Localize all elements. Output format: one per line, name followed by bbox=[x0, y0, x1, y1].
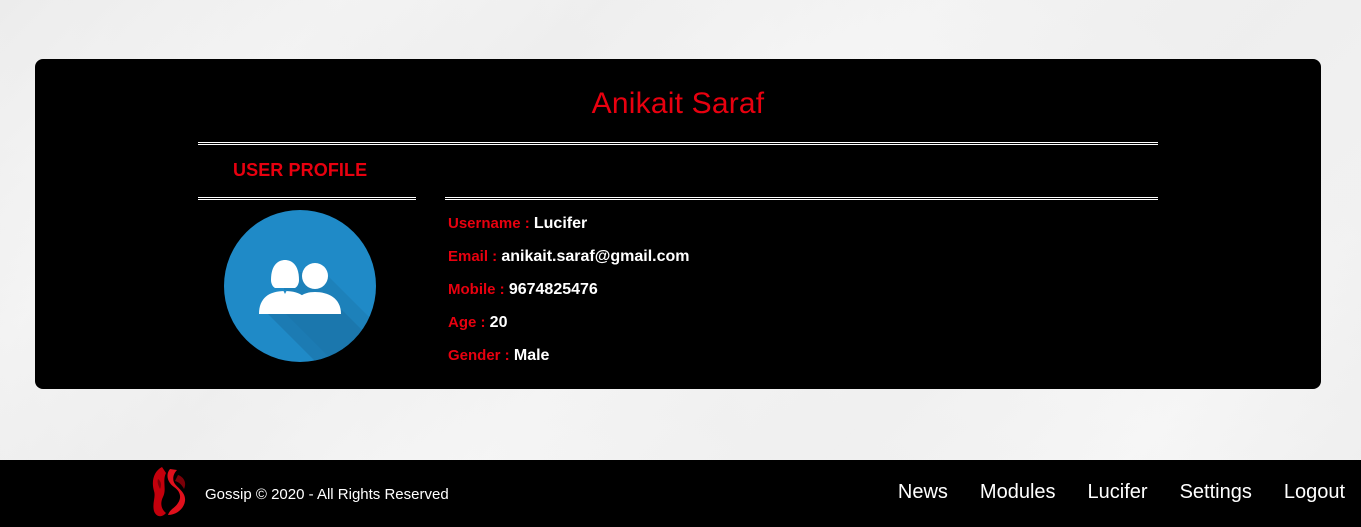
nav-modules[interactable]: Modules bbox=[980, 481, 1056, 504]
field-label: Email : bbox=[448, 248, 502, 265]
field-mobile: Mobile : 9674825476 bbox=[448, 280, 689, 313]
avatar bbox=[224, 210, 376, 362]
nav-user-lucifer[interactable]: Lucifer bbox=[1088, 481, 1148, 504]
field-value: 9674825476 bbox=[508, 281, 598, 298]
divider-right bbox=[445, 197, 1158, 200]
profile-fields: Username : Lucifer Email : anikait.saraf… bbox=[448, 214, 689, 379]
footer: Gossip © 2020 - All Rights Reserved News… bbox=[0, 460, 1361, 527]
copyright-text: Gossip © 2020 - All Rights Reserved bbox=[205, 486, 449, 503]
nav-settings[interactable]: Settings bbox=[1180, 481, 1252, 504]
field-username: Username : Lucifer bbox=[448, 214, 689, 247]
field-label: Gender : bbox=[448, 347, 514, 364]
divider-top bbox=[198, 142, 1158, 145]
divider-left bbox=[198, 197, 416, 200]
profile-name: Anikait Saraf bbox=[591, 87, 765, 120]
field-gender: Gender : Male bbox=[448, 346, 689, 379]
field-email: Email : anikait.saraf@gmail.com bbox=[448, 247, 689, 280]
field-value: anikait.saraf@gmail.com bbox=[501, 248, 690, 265]
gossip-logo-icon[interactable] bbox=[148, 463, 190, 519]
field-value: 20 bbox=[489, 314, 508, 331]
users-icon bbox=[259, 260, 376, 362]
footer-nav: News Modules Lucifer Settings Logout bbox=[866, 481, 1345, 504]
field-value: Lucifer bbox=[533, 215, 588, 232]
field-age: Age : 20 bbox=[448, 313, 689, 346]
nav-news[interactable]: News bbox=[898, 481, 948, 504]
field-value: Male bbox=[513, 347, 550, 364]
field-label: Username : bbox=[448, 215, 534, 232]
field-label: Age : bbox=[448, 314, 490, 331]
field-label: Mobile : bbox=[448, 281, 509, 298]
nav-logout[interactable]: Logout bbox=[1284, 481, 1345, 504]
profile-card: Anikait Saraf USER PROFILE Username : Lu… bbox=[35, 59, 1321, 389]
section-title: USER PROFILE bbox=[233, 160, 368, 180]
